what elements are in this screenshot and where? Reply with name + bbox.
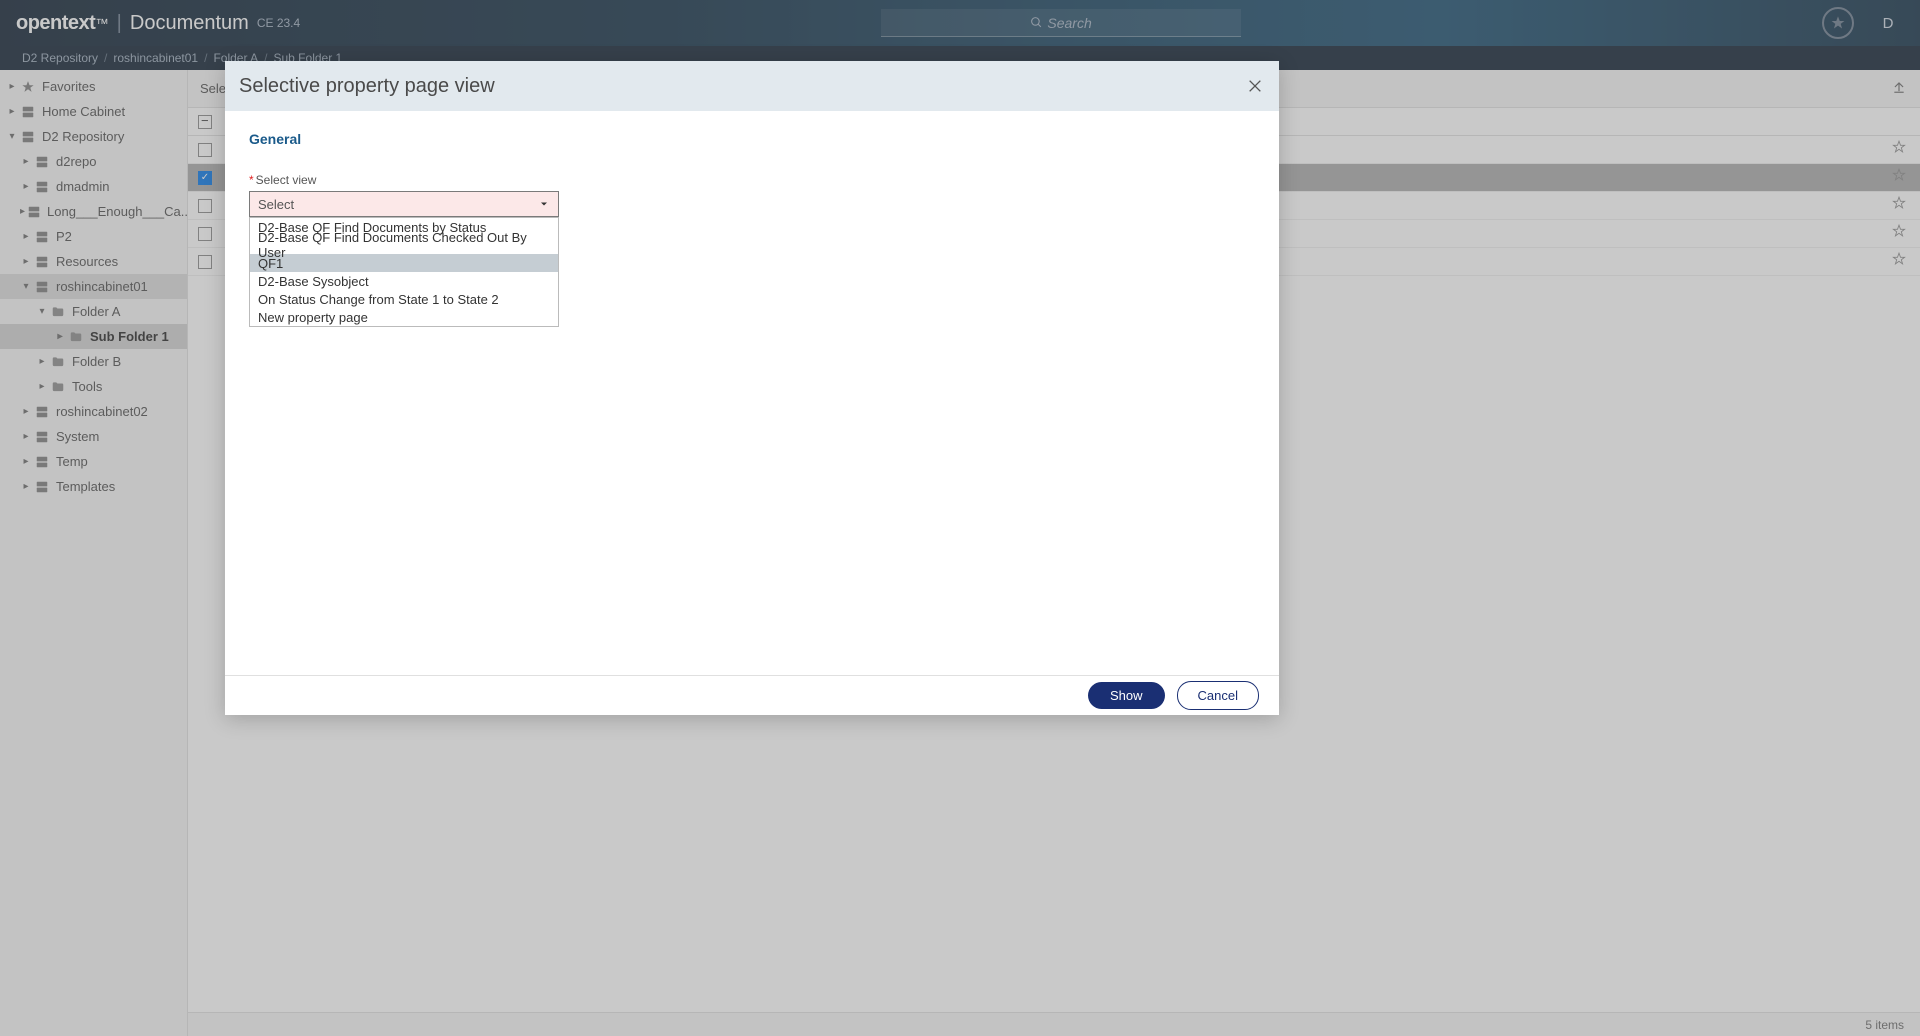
select-placeholder: Select (258, 197, 294, 212)
select-view-dropdown[interactable]: Select (249, 191, 559, 217)
show-button[interactable]: Show (1088, 682, 1165, 709)
chevron-down-icon (538, 198, 550, 210)
cancel-button[interactable]: Cancel (1177, 681, 1259, 710)
modal-title: Selective property page view (239, 75, 495, 98)
required-mark: * (249, 173, 254, 187)
dropdown-option[interactable]: D2-Base Sysobject (250, 272, 558, 290)
dropdown-option[interactable]: D2-Base QF Find Documents Checked Out By… (250, 236, 558, 254)
select-view-wrap: Select D2-Base QF Find Documents by Stat… (249, 191, 559, 217)
close-icon[interactable] (1245, 76, 1265, 96)
dropdown-option[interactable]: New property page (250, 308, 558, 326)
dropdown-option[interactable]: On Status Change from State 1 to State 2 (250, 290, 558, 308)
field-label: *Select view (249, 173, 1255, 187)
modal-header: Selective property page view (225, 61, 1279, 111)
modal-body: General *Select view Select D2-Base QF F… (225, 111, 1279, 675)
property-page-modal: Selective property page view General *Se… (225, 61, 1279, 715)
section-title: General (249, 131, 1255, 147)
modal-footer: Show Cancel (225, 675, 1279, 715)
dropdown-list: D2-Base QF Find Documents by StatusD2-Ba… (249, 217, 559, 327)
